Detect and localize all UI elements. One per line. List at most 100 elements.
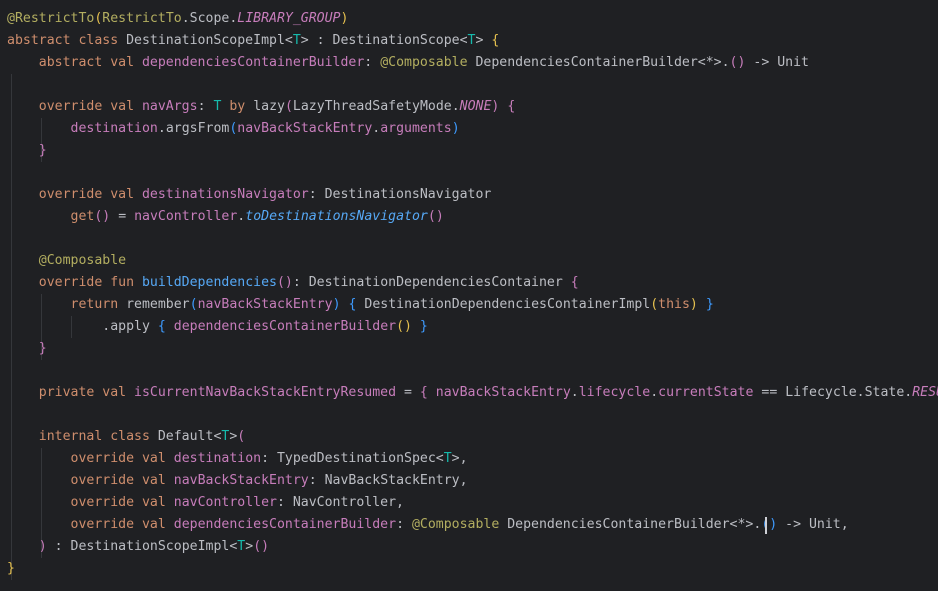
code-token: destinationsNavigator (141, 187, 309, 202)
code-token: override val (70, 451, 174, 466)
code-line[interactable]: override val navBackStackEntry: NavBackS… (7, 470, 468, 492)
code-line[interactable]: } (7, 558, 15, 580)
code-line[interactable]: return remember(navBackStackEntry) { Des… (7, 294, 714, 316)
code-token: ( (189, 297, 198, 312)
code-line[interactable]: get() = navController.toDestinationsNavi… (7, 206, 444, 228)
code-token: override val (70, 473, 174, 488)
code-token: >, (451, 451, 468, 466)
code-token: { (157, 319, 166, 334)
code-token: navArgs (141, 99, 198, 114)
code-line[interactable]: private val isCurrentNavBackStackEntryRe… (7, 382, 938, 404)
code-token: NONE (459, 99, 492, 114)
code-token: : NavBackStackEntry, (308, 473, 468, 488)
code-token: RestrictTo (102, 11, 182, 26)
code-token: : (197, 99, 214, 114)
code-token: { (419, 385, 428, 400)
code-line[interactable]: abstract class DestinationScopeImpl<T> :… (7, 30, 499, 52)
code-token: } (419, 319, 428, 334)
code-token: navBackStackEntry (197, 297, 333, 312)
code-token: buildDependencies (141, 275, 277, 290)
code-token: @Composable (411, 517, 508, 532)
code-token: : NavController, (276, 495, 405, 510)
code-line[interactable]: override val destinationsNavigator: Dest… (7, 184, 492, 206)
code-token: { (570, 275, 579, 290)
code-token: destination (70, 121, 158, 136)
code-token: navBackStackEntry (173, 473, 309, 488)
code-token: navController (173, 495, 277, 510)
code-token: Default (157, 429, 214, 444)
code-line[interactable]: .apply { dependenciesContainerBuilder() … (7, 316, 428, 338)
code-token: == Lifecycle.State. (753, 385, 913, 400)
code-token: navController (134, 209, 238, 224)
code-line[interactable]: } (7, 338, 47, 360)
code-token: T (292, 33, 301, 48)
code-token: > : DestinationScope< (300, 33, 468, 48)
code-line[interactable]: override val dependenciesContainerBuilde… (7, 514, 849, 536)
code-editor[interactable]: @RestrictTo ( RestrictTo.Scope.LIBRARY_GRO… (0, 0, 938, 591)
code-token: } (705, 297, 714, 312)
code-token: } (7, 561, 15, 576)
code-line[interactable]: ) : DestinationScopeImpl<T>() (7, 536, 269, 558)
code-token: : TypedDestinationSpec< (261, 451, 444, 466)
code-token: @RestrictTo (7, 11, 95, 26)
code-token: : (396, 517, 412, 532)
code-token: dependenciesContainerBuilder (141, 55, 365, 70)
code-line[interactable]: } (7, 140, 47, 162)
code-token: ( (650, 297, 659, 312)
code-token: ( (284, 99, 293, 114)
code-token: .Scope. (181, 11, 238, 26)
code-token: this (658, 297, 690, 312)
code-token: : DestinationDependenciesContainer (292, 275, 571, 290)
code-token: abstract val (38, 55, 142, 70)
code-line[interactable]: @Composable (7, 250, 126, 272)
code-token: LIBRARY_GROUP (237, 11, 341, 26)
code-line[interactable]: override val destination: TypedDestinati… (7, 448, 468, 470)
code-token: isCurrentNavBackStackEntryResumed (134, 385, 397, 400)
code-token: override val (38, 187, 142, 202)
code-token: () (427, 209, 444, 224)
code-token: DependenciesContainerBuilder<*>. (507, 517, 762, 532)
code-token: private val (38, 385, 135, 400)
code-token: internal class (38, 429, 158, 444)
code-token: . (650, 385, 659, 400)
code-token: .argsFrom (157, 121, 230, 136)
code-token: lifecycle (578, 385, 651, 400)
code-line[interactable]: override val navController: NavControlle… (7, 492, 404, 514)
code-token: get (70, 209, 95, 224)
code-token: () (761, 517, 778, 532)
code-token: lazy (253, 99, 285, 114)
code-token: T (443, 451, 452, 466)
code-line[interactable]: destination.argsFrom(navBackStackEntry.a… (7, 118, 460, 140)
code-line[interactable]: @RestrictTo(RestrictTo.Scope.LIBRARY_GRO… (7, 8, 348, 30)
code-token: abstract class (7, 33, 127, 48)
code-token: LazyThreadSafetyMode. (292, 99, 460, 114)
code-token: DestinationDependenciesContainerImpl (356, 297, 651, 312)
code-token: ) (332, 297, 341, 312)
code-line[interactable]: override val navArgs: T by lazy(LazyThre… (7, 96, 516, 118)
code-token: DestinationScopeImpl (126, 33, 285, 48)
code-token: navBackStackEntry (237, 121, 373, 136)
code-token: > (245, 539, 254, 554)
code-token: override val (38, 99, 142, 114)
code-token: toDestinationsNavigator (245, 209, 428, 224)
code-token: destination (173, 451, 262, 466)
code-line[interactable]: internal class Default<T>( (7, 426, 245, 448)
code-token: ) (38, 539, 47, 554)
code-line[interactable]: override fun buildDependencies(): Destin… (7, 272, 579, 294)
code-line[interactable]: abstract val dependenciesContainerBuilde… (7, 52, 809, 74)
code-token: @Composable (380, 55, 476, 70)
